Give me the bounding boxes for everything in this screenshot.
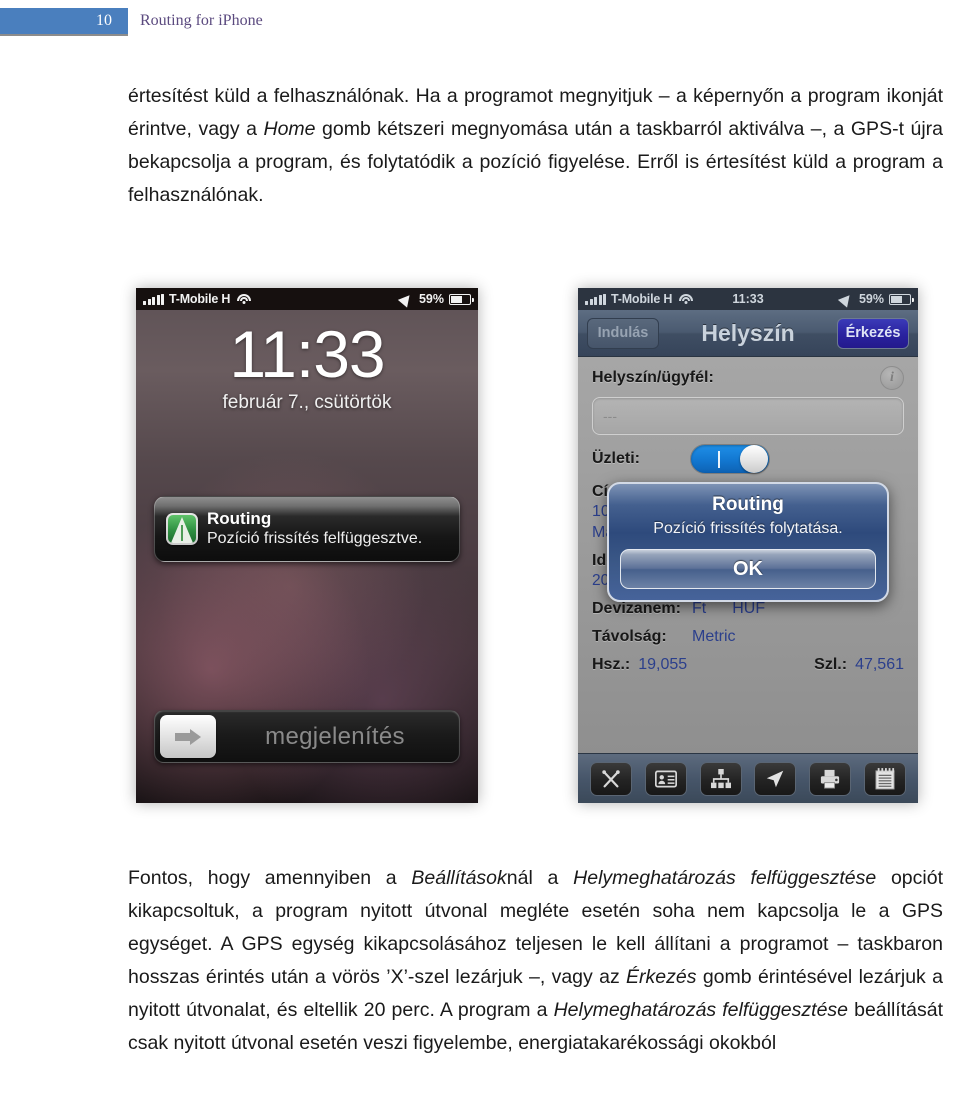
battery-icon bbox=[889, 293, 914, 305]
routing-app-icon bbox=[166, 513, 198, 545]
departure-button[interactable]: Indulás bbox=[587, 317, 659, 349]
lockscreen-status-bar: T-Mobile H 59% bbox=[136, 288, 478, 310]
notification-message: Pozíció frissítés felfüggesztve. bbox=[207, 530, 423, 547]
distance-value[interactable]: Metric bbox=[692, 628, 736, 646]
end-odometer: Szl.: 47,561 bbox=[748, 656, 904, 674]
p2-emphasis-suspend-2: Helymeghatározás felfüggesztése bbox=[553, 999, 849, 1021]
currency-row: Devizanem: Ft HUF bbox=[592, 600, 904, 618]
hierarchy-icon[interactable] bbox=[699, 761, 742, 796]
wifi-icon bbox=[237, 293, 252, 305]
notification-text: Routing Pozíció frissítés felfüggesztve. bbox=[207, 509, 422, 549]
contact-card-icon[interactable] bbox=[644, 761, 687, 796]
screenshot-lockscreen: T-Mobile H 59% 11:33 február 7., csütört… bbox=[136, 288, 478, 803]
header-underline bbox=[0, 34, 128, 36]
arrow-right-icon bbox=[175, 728, 201, 745]
info-icon[interactable]: i bbox=[880, 366, 904, 390]
p2-emphasis-settings: Beállítások bbox=[411, 867, 507, 889]
alert-title: Routing bbox=[712, 494, 784, 515]
p2-segment-1: Fontos, hogy amennyiben a bbox=[128, 867, 412, 889]
toggle-knob bbox=[740, 445, 768, 473]
alert-ok-button[interactable]: OK bbox=[620, 549, 876, 589]
p1-emphasis-home: Home bbox=[263, 118, 316, 140]
page-header: 10 Routing for iPhone bbox=[0, 0, 960, 44]
business-label: Üzleti: bbox=[592, 450, 640, 467]
status-bar-clock: 11:33 bbox=[732, 292, 764, 306]
arrival-button[interactable]: Érkezés bbox=[837, 317, 909, 349]
business-toggle-row: Üzleti: bbox=[592, 444, 904, 474]
slide-to-view-control[interactable]: megjelenítés bbox=[154, 710, 460, 763]
carrier-label: T-Mobile H bbox=[169, 292, 231, 306]
end-odo-value[interactable]: 47,561 bbox=[855, 656, 904, 674]
location-arrow-icon bbox=[397, 290, 415, 308]
app-status-bar: T-Mobile H 11:33 59% bbox=[578, 288, 918, 310]
battery-percent-label: 59% bbox=[418, 292, 444, 306]
p2-emphasis-arrival: Érkezés bbox=[626, 966, 697, 988]
odometer-row: Hsz.: 19,055 Szl.: 47,561 bbox=[592, 656, 904, 674]
notification-title: Routing bbox=[207, 509, 272, 528]
start-odo-value[interactable]: 19,055 bbox=[638, 656, 687, 674]
lockscreen-date: február 7., csütörtök bbox=[222, 392, 392, 413]
distance-label: Távolság: bbox=[592, 628, 667, 645]
start-odo-label: Hsz.: bbox=[592, 656, 631, 673]
currency-label: Devizanem: bbox=[592, 600, 681, 617]
app-bottom-toolbar bbox=[578, 753, 918, 803]
currency-symbol[interactable]: Ft bbox=[692, 600, 706, 618]
nav-title: Helyszín bbox=[701, 319, 795, 346]
currency-code[interactable]: HUF bbox=[732, 600, 765, 618]
printer-icon[interactable] bbox=[808, 761, 851, 796]
toggle-on-mark bbox=[718, 451, 720, 468]
start-odometer: Hsz.: 19,055 bbox=[592, 656, 748, 674]
paragraph-top: értesítést küld a felhasználónak. Ha a p… bbox=[128, 80, 943, 212]
lockscreen-time: 11:33 bbox=[229, 317, 385, 391]
p2-emphasis-suspend-1: Helymeghatározás felfüggesztése bbox=[573, 867, 877, 889]
p2-segment-2: nál a bbox=[506, 867, 574, 889]
distance-row: Távolság: Metric bbox=[592, 628, 904, 646]
site-label: Helyszín/ügyfél: bbox=[592, 369, 714, 386]
tools-icon[interactable] bbox=[590, 761, 633, 796]
alert-dialog: Routing Pozíció frissítés folytatása. OK bbox=[607, 482, 889, 602]
site-input[interactable]: --- bbox=[592, 397, 904, 435]
document-page: 10 Routing for iPhone értesítést küld a … bbox=[0, 0, 960, 1102]
end-odo-label: Szl.: bbox=[814, 656, 848, 673]
signal-bars-icon bbox=[143, 293, 164, 305]
notepad-icon[interactable] bbox=[863, 761, 906, 796]
site-input-value: --- bbox=[603, 408, 617, 424]
page-number: 10 bbox=[96, 12, 112, 29]
site-label-row: Helyszín/ügyfél: i bbox=[592, 366, 904, 390]
paragraph-bottom: Fontos, hogy amennyiben a Beállításoknál… bbox=[128, 862, 943, 1060]
alert-message: Pozíció frissítés folytatása. bbox=[653, 520, 843, 537]
slider-label: megjelenítés bbox=[265, 722, 405, 750]
slider-knob[interactable] bbox=[160, 715, 216, 758]
notification-banner[interactable]: Routing Pozíció frissítés felfüggesztve. bbox=[154, 496, 460, 562]
screenshot-app-screen: T-Mobile H 11:33 59% Indulás Helyszín Ér… bbox=[578, 288, 918, 803]
document-title: Routing for iPhone bbox=[140, 12, 263, 29]
navigation-arrow-icon[interactable] bbox=[754, 761, 797, 796]
business-toggle[interactable] bbox=[690, 444, 770, 474]
app-nav-bar: Indulás Helyszín Érkezés bbox=[578, 310, 918, 357]
battery-icon bbox=[449, 293, 474, 305]
